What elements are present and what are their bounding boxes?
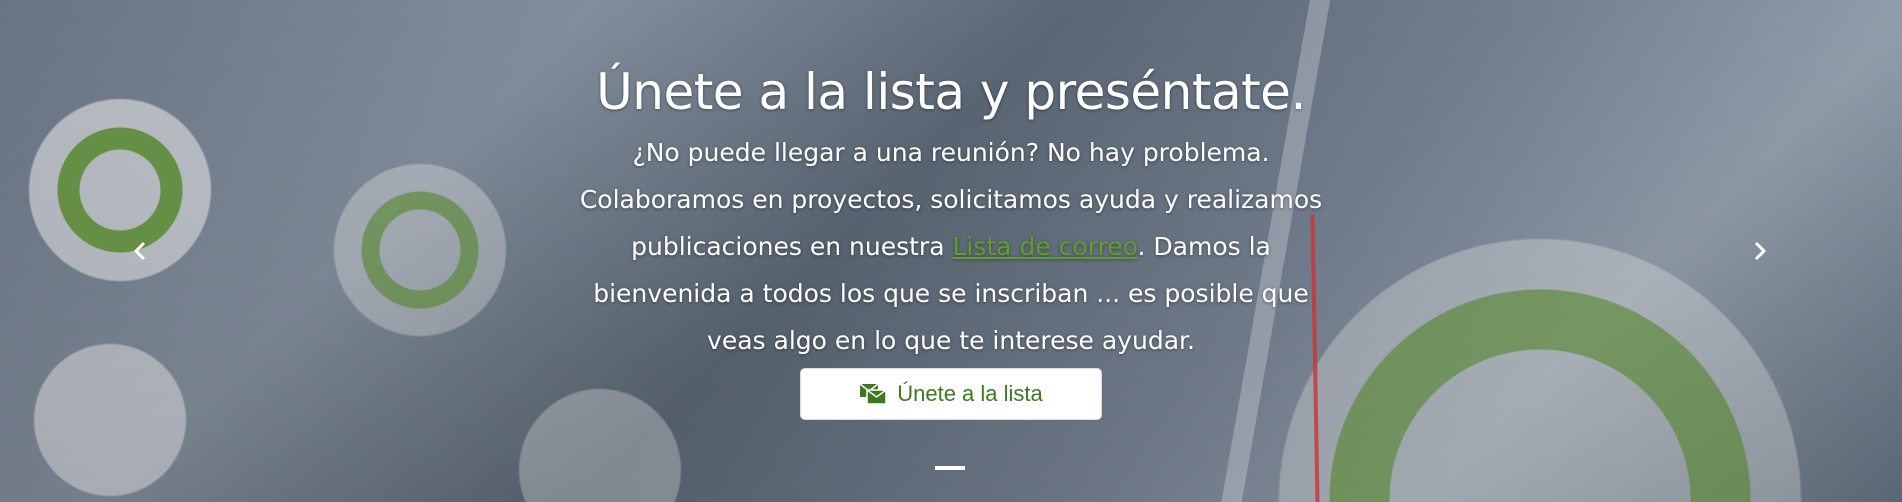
join-list-button[interactable]: Únete a la lista [800, 368, 1102, 420]
join-list-button-label: Únete a la lista [897, 381, 1043, 406]
carousel-next-button[interactable] [1744, 236, 1774, 266]
carousel-indicator-active[interactable] [935, 466, 965, 470]
mailing-list-link[interactable]: Lista de correo [952, 232, 1137, 261]
chevron-right-icon [1754, 241, 1767, 261]
hero-description: ¿No puede llegar a una reunión? No hay p… [571, 129, 1331, 364]
mail-stack-icon [859, 383, 887, 405]
hero-caption: Únete a la lista y preséntate. ¿No puede… [551, 55, 1351, 420]
hero-carousel: Únete a la lista y preséntate. ¿No puede… [0, 0, 1902, 502]
carousel-prev-button[interactable] [126, 236, 156, 266]
hero-title: Únete a la lista y preséntate. [596, 63, 1306, 121]
chevron-left-icon [133, 241, 146, 261]
